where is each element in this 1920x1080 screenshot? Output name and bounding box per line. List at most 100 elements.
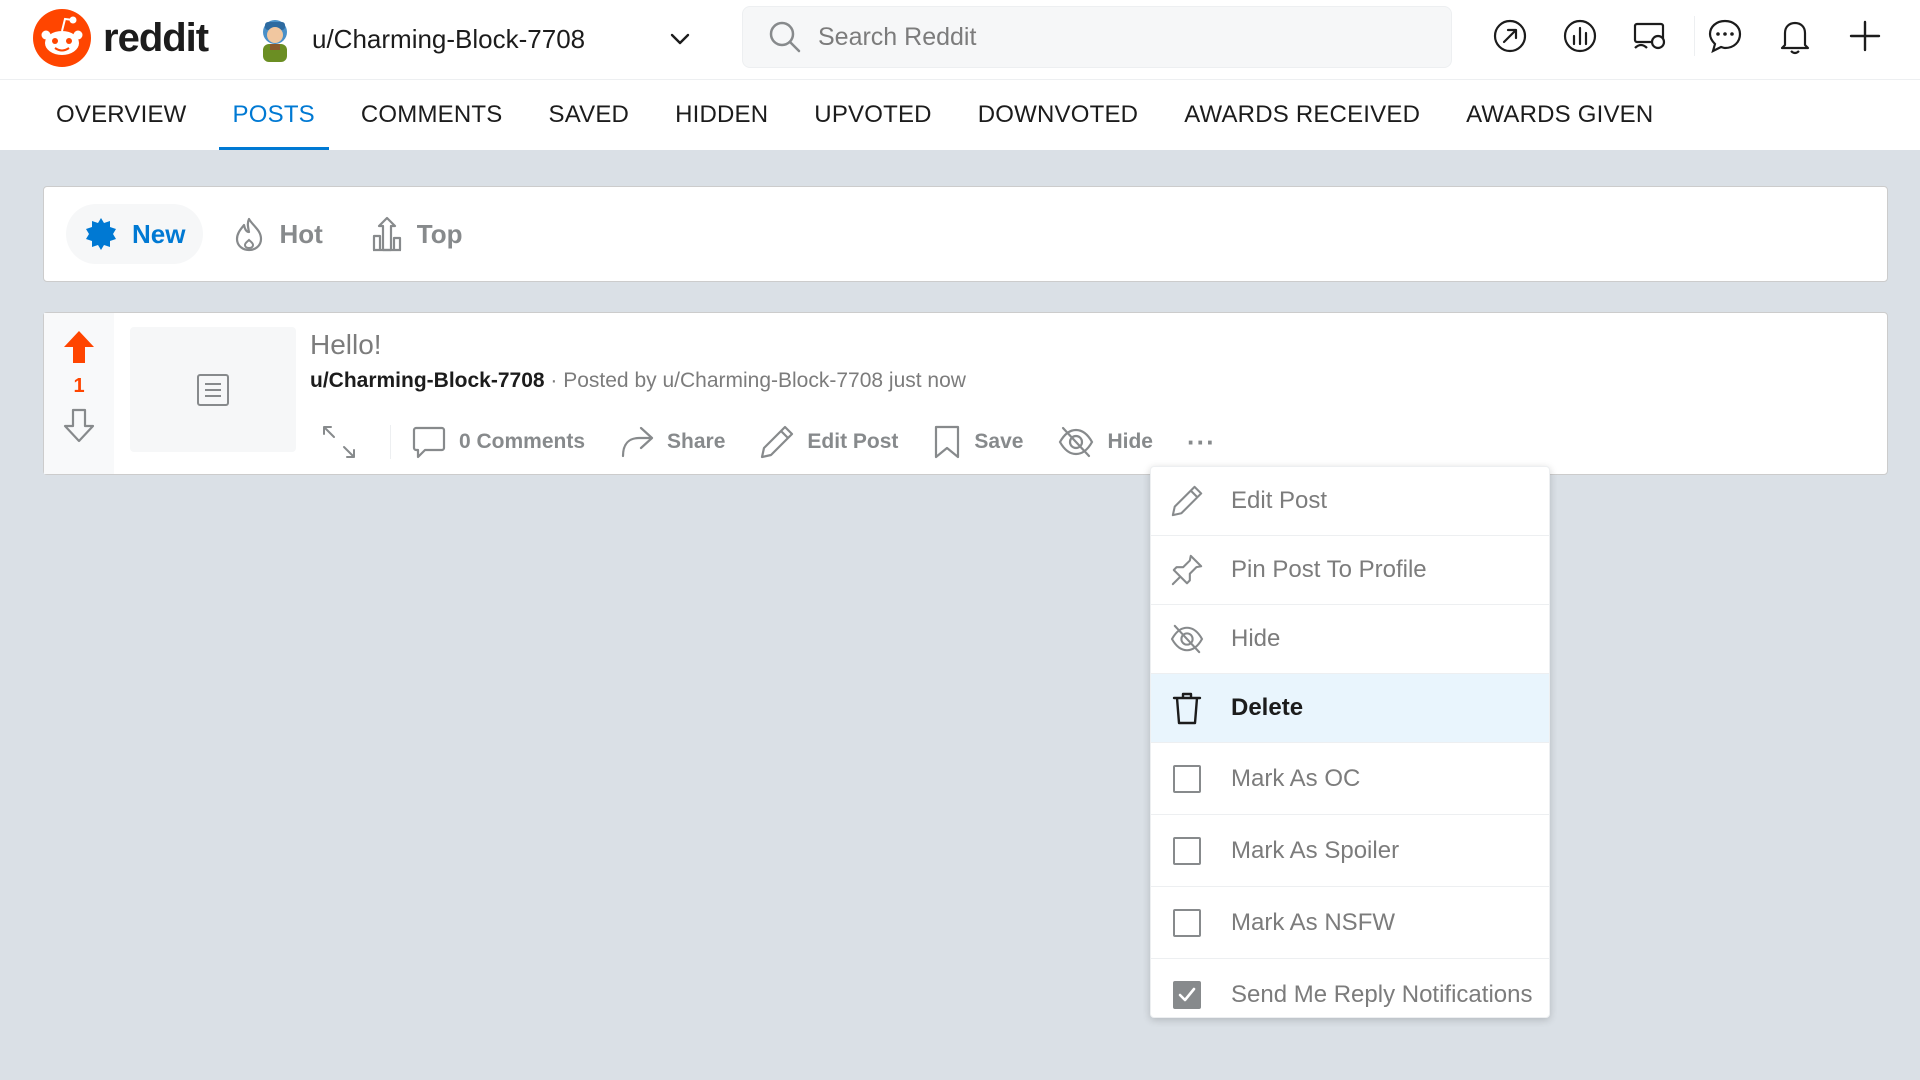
post-actions: 0 Comments Share Edit Post Save Hide ··· — [320, 417, 1250, 467]
stats-button[interactable] — [1560, 16, 1600, 56]
save-button[interactable]: Save — [932, 417, 1023, 467]
menu-pin-post-label: Pin Post To Profile — [1231, 556, 1427, 583]
search-input[interactable] — [818, 22, 1418, 52]
create-post-button[interactable] — [1845, 16, 1885, 56]
post-options-menu: Edit Post Pin Post To Profile Hide Delet… — [1150, 466, 1550, 1018]
post-author-link[interactable]: u/Charming-Block-7708 — [310, 369, 545, 392]
eye-hidden-icon — [1059, 426, 1094, 458]
popular-button[interactable] — [1490, 16, 1530, 56]
expand-icon — [323, 426, 355, 458]
post-title[interactable]: Hello! — [310, 329, 382, 361]
post-meta: u/Charming-Block-7708 · Posted by u/Char… — [310, 369, 966, 393]
hide-label: Hide — [1107, 430, 1153, 453]
pin-icon — [1167, 550, 1207, 590]
menu-mark-spoiler-label: Mark As Spoiler — [1231, 836, 1400, 864]
checkbox-unchecked-icon — [1167, 903, 1207, 943]
menu-item-mark-spoiler[interactable]: Mark As Spoiler — [1151, 815, 1549, 887]
checkbox-unchecked-icon — [1167, 831, 1207, 871]
sort-new-button[interactable]: New — [66, 204, 204, 264]
menu-hide-label: Hide — [1231, 625, 1281, 652]
menu-item-hide[interactable]: Hide — [1151, 605, 1549, 674]
share-icon — [621, 426, 654, 458]
checkbox-checked-icon — [1167, 975, 1207, 1015]
text-post-icon — [197, 373, 229, 406]
menu-item-edit-post[interactable]: Edit Post — [1151, 467, 1549, 536]
posted-by-text: · Posted by u/Charming-Block-7708 just n… — [550, 369, 966, 392]
sort-hot-button[interactable]: Hot — [215, 204, 340, 264]
notification-icon — [1780, 21, 1810, 55]
menu-mark-nsfw-label: Mark As NSFW — [1231, 908, 1396, 936]
vote-score: 1 — [73, 375, 85, 397]
tab-upvoted[interactable]: UPVOTED — [814, 80, 931, 150]
header-actions — [1490, 16, 1915, 56]
search-icon — [769, 21, 801, 53]
trash-icon — [1167, 688, 1207, 728]
tab-saved[interactable]: SAVED — [548, 80, 629, 150]
tab-comments[interactable]: COMMENTS — [361, 80, 503, 150]
tab-hidden[interactable]: HIDDEN — [675, 80, 768, 150]
current-username: u/Charming-Block-7708 — [312, 23, 586, 54]
comments-button[interactable]: 0 Comments — [411, 417, 585, 467]
header-divider — [1694, 16, 1695, 56]
tab-posts[interactable]: POSTS — [218, 80, 330, 150]
menu-item-mark-nsfw[interactable]: Mark As NSFW — [1151, 887, 1549, 959]
notifications-button[interactable] — [1775, 16, 1815, 56]
create-post-icon — [1849, 20, 1881, 52]
share-label: Share — [667, 430, 726, 453]
vote-column: 1 — [44, 313, 114, 474]
menu-edit-post-label: Edit Post — [1231, 487, 1328, 514]
checkbox-unchecked-icon — [1167, 759, 1207, 799]
eye-hidden-icon — [1167, 619, 1207, 659]
reddit-logo-icon — [33, 9, 91, 67]
tab-downvoted[interactable]: DOWNVOTED — [978, 80, 1138, 150]
expand-button[interactable] — [320, 417, 370, 467]
tab-awards-received[interactable]: AWARDS RECEIVED — [1184, 80, 1420, 150]
comment-icon — [412, 426, 446, 459]
more-options-button[interactable]: ··· — [1187, 417, 1216, 467]
menu-item-delete[interactable]: Delete — [1151, 674, 1549, 743]
hide-button[interactable]: Hide — [1057, 417, 1153, 467]
post-card[interactable]: 1 Hello! u/Charming-Block-7708 · Posted … — [43, 312, 1888, 475]
coins-button[interactable] — [1630, 16, 1670, 56]
menu-reply-notifications-label: Send Me Reply Notifications — [1231, 981, 1533, 1008]
comments-count: 0 Comments — [459, 430, 586, 453]
chat-icon — [1708, 19, 1742, 54]
reddit-wordmark: reddit — [103, 15, 209, 60]
user-switcher-dropdown[interactable]: u/Charming-Block-7708 — [250, 6, 700, 72]
menu-delete-label: Delete — [1231, 694, 1304, 721]
top-chart-icon — [372, 216, 401, 252]
new-badge-icon — [86, 218, 116, 250]
upvote-icon[interactable] — [62, 329, 96, 365]
edit-post-label: Edit Post — [807, 430, 899, 453]
actions-divider — [390, 425, 391, 459]
sort-hot-label: Hot — [279, 218, 323, 249]
top-header: reddit u/Charming-Block-7708 — [0, 0, 1920, 80]
chat-button[interactable] — [1705, 16, 1745, 56]
flame-icon — [236, 217, 263, 252]
post-thumbnail[interactable] — [130, 327, 296, 452]
downvote-icon[interactable] — [62, 408, 96, 444]
user-avatar — [263, 20, 287, 62]
share-button[interactable]: Share — [619, 417, 725, 467]
tab-awards-given[interactable]: AWARDS GIVEN — [1466, 80, 1653, 150]
save-label: Save — [974, 430, 1024, 453]
pencil-icon — [1167, 481, 1207, 521]
tab-overview[interactable]: OVERVIEW — [56, 80, 187, 150]
menu-item-pin-post[interactable]: Pin Post To Profile — [1151, 536, 1549, 605]
profile-tabs: OVERVIEW POSTS COMMENTS SAVED HIDDEN UPV… — [0, 80, 1920, 150]
bookmark-icon — [935, 425, 960, 459]
sort-new-label: New — [132, 218, 186, 249]
stats-icon — [1563, 19, 1597, 53]
sort-top-label: Top — [416, 218, 463, 249]
sort-bar: New Hot Top — [43, 186, 1888, 282]
search-bar — [742, 6, 1452, 68]
sort-top-button[interactable]: Top — [353, 204, 481, 264]
menu-item-reply-notifications[interactable]: Send Me Reply Notifications — [1151, 959, 1549, 1031]
more-options-icon: ··· — [1186, 426, 1216, 457]
coins-icon — [1633, 22, 1666, 50]
edit-post-button[interactable]: Edit Post — [759, 417, 898, 467]
reddit-home-link[interactable]: reddit — [33, 9, 209, 67]
menu-item-mark-oc[interactable]: Mark As OC — [1151, 743, 1549, 815]
menu-mark-oc-label: Mark As OC — [1231, 764, 1361, 792]
pencil-icon — [761, 425, 794, 459]
